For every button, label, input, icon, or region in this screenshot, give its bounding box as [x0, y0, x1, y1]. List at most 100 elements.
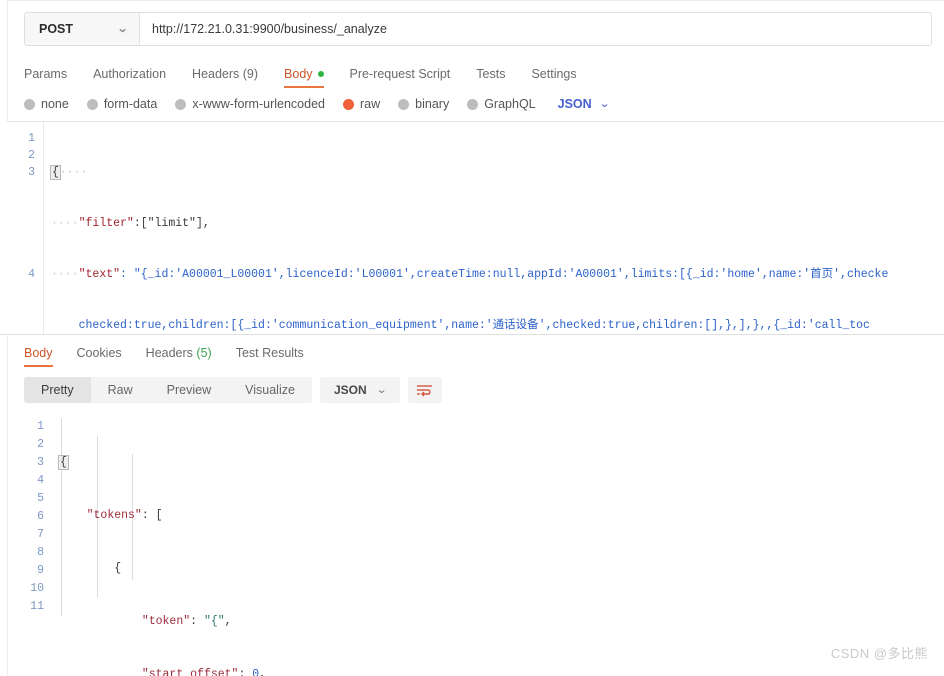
view-mode-visualize[interactable]: Visualize: [228, 377, 312, 403]
tab-settings-label: Settings: [531, 67, 577, 81]
response-tab-headers[interactable]: Headers (5): [146, 346, 212, 367]
body-type-none[interactable]: none: [24, 97, 69, 111]
response-headers-count: (5): [196, 346, 212, 360]
body-type-x-www-form-urlencoded[interactable]: x-www-form-urlencoded: [175, 97, 325, 111]
body-type-raw-label: raw: [360, 97, 381, 111]
tab-authorization-label: Authorization: [93, 67, 167, 81]
tab-tests[interactable]: Tests: [476, 67, 505, 88]
radio-icon: [467, 98, 479, 110]
http-method-select[interactable]: POST ⌄: [25, 13, 140, 45]
response-view-mode-group: Pretty Raw Preview Visualize: [24, 377, 312, 403]
response-line-5: "start_offset": 0,: [59, 666, 944, 676]
response-line-3: {: [59, 560, 944, 577]
line-number: 7: [37, 528, 44, 541]
code-line-3-wrap-1: checked:true,children:[{_id:'communicati…: [51, 317, 944, 334]
line-number: 9: [37, 564, 44, 577]
response-line-4: "token": "{",: [141, 615, 232, 628]
response-format-select[interactable]: JSON ⌄: [319, 377, 400, 403]
chevron-down-icon: ⌄: [116, 22, 129, 35]
body-format-label: JSON: [557, 97, 592, 111]
request-tabs: Params Authorization Headers (9) Body Pr…: [0, 58, 944, 88]
json-key: "tokens": [86, 509, 142, 522]
json-value-wrap: checked:true,children:[{_id:'communicati…: [78, 319, 870, 332]
line-number: 4: [37, 474, 44, 487]
url-bar: POST ⌄ http://172.21.0.31:9900/business/…: [24, 12, 932, 46]
response-line-1: {: [58, 454, 944, 471]
chevron-down-icon: ⌄: [598, 97, 611, 110]
request-code-area[interactable]: {···· ····"filter":["limit"], ····"text"…: [45, 122, 944, 334]
line-number: 4: [28, 268, 35, 281]
tab-params[interactable]: Params: [24, 67, 67, 88]
tab-headers-label: Headers (9): [192, 67, 259, 81]
radio-selected-icon: [343, 98, 354, 110]
radio-icon: [175, 98, 187, 110]
request-editor-gutter: 1 2 3 4: [0, 122, 44, 334]
json-value: : "{_id:'A00001_L00001',licenceId:'L0000…: [120, 268, 889, 281]
body-modified-dot-icon: [317, 71, 324, 77]
radio-icon: [24, 98, 35, 110]
top-divider: [0, 0, 944, 1]
body-type-binary[interactable]: binary: [398, 97, 449, 111]
radio-icon: [398, 98, 410, 110]
json-brace: {: [58, 455, 69, 470]
line-number: 3: [28, 166, 35, 179]
json-key: "filter": [78, 217, 134, 230]
word-wrap-icon: [417, 384, 433, 396]
http-method-label: POST: [39, 22, 74, 36]
response-line-2: "tokens": [: [59, 507, 944, 524]
json-value: "{": [203, 615, 225, 628]
response-tab-test-results[interactable]: Test Results: [236, 346, 304, 367]
tab-pre-request-script-label: Pre-request Script: [349, 67, 451, 81]
word-wrap-button[interactable]: [407, 377, 442, 403]
body-type-binary-label: binary: [415, 97, 450, 111]
line-number: 6: [37, 510, 44, 523]
request-body-editor[interactable]: 1 2 3 4 {···· ····"filter":["limit"], ··…: [0, 122, 944, 335]
body-type-none-label: none: [41, 97, 69, 111]
view-mode-raw[interactable]: Raw: [91, 377, 150, 403]
code-line-2: ····"filter":["limit"],: [51, 217, 210, 230]
line-number: 8: [37, 546, 44, 559]
tab-body-label: Body: [284, 67, 313, 81]
line-number: 10: [30, 582, 44, 595]
tab-authorization[interactable]: Authorization: [93, 67, 166, 88]
response-code-area[interactable]: { "tokens": [ { "token": "{", "start_off…: [53, 412, 944, 676]
json-value: :["limit"],: [133, 217, 210, 230]
response-body-editor[interactable]: 1 2 3 4 5 6 7 8 9 10 11 { "tokens": [ {: [0, 412, 944, 676]
view-mode-pretty[interactable]: Pretty: [24, 377, 91, 403]
radio-icon: [86, 98, 98, 110]
body-format-select[interactable]: JSON ⌄: [557, 97, 611, 111]
json-key: "start_offset": [141, 668, 239, 676]
response-format-label: JSON: [333, 383, 367, 397]
response-tab-headers-label: Headers: [145, 346, 193, 360]
json-key: "token": [141, 615, 191, 628]
line-number: 2: [37, 438, 44, 451]
body-type-raw[interactable]: raw: [343, 97, 380, 111]
response-tab-test-results-label: Test Results: [235, 346, 304, 360]
tab-body[interactable]: Body: [284, 67, 324, 88]
view-mode-preview[interactable]: Preview: [150, 377, 228, 403]
tab-params-label: Params: [24, 67, 68, 81]
body-type-form-data[interactable]: form-data: [86, 97, 158, 111]
response-tab-body[interactable]: Body: [24, 346, 53, 367]
response-panel: Body Cookies Headers (5) Test Results Pr…: [0, 335, 944, 676]
tab-headers[interactable]: Headers (9): [192, 67, 258, 88]
url-input[interactable]: http://172.21.0.31:9900/business/_analyz…: [140, 13, 931, 45]
tab-settings[interactable]: Settings: [531, 67, 576, 88]
json-punctuation: : [: [141, 509, 163, 522]
json-key: "text": [78, 268, 121, 281]
body-type-graphql[interactable]: GraphQL: [467, 97, 536, 111]
tab-pre-request-script[interactable]: Pre-request Script: [350, 67, 451, 88]
body-type-graphql-label: GraphQL: [484, 97, 536, 111]
line-number: 5: [37, 492, 44, 505]
line-number: 11: [30, 600, 44, 613]
response-toolbar: Pretty Raw Preview Visualize JSON ⌄: [0, 367, 944, 412]
chevron-down-icon: ⌄: [375, 383, 388, 396]
body-type-radio-group: none form-data x-www-form-urlencoded raw…: [0, 88, 944, 122]
json-brace: {: [114, 562, 122, 575]
line-number: 3: [37, 456, 44, 469]
body-type-x-www-form-urlencoded-label: x-www-form-urlencoded: [192, 97, 325, 111]
line-number: 1: [37, 420, 44, 433]
postman-window: POST ⌄ http://172.21.0.31:9900/business/…: [0, 0, 944, 676]
response-tab-cookies[interactable]: Cookies: [77, 346, 122, 367]
body-type-form-data-label: form-data: [103, 97, 158, 111]
